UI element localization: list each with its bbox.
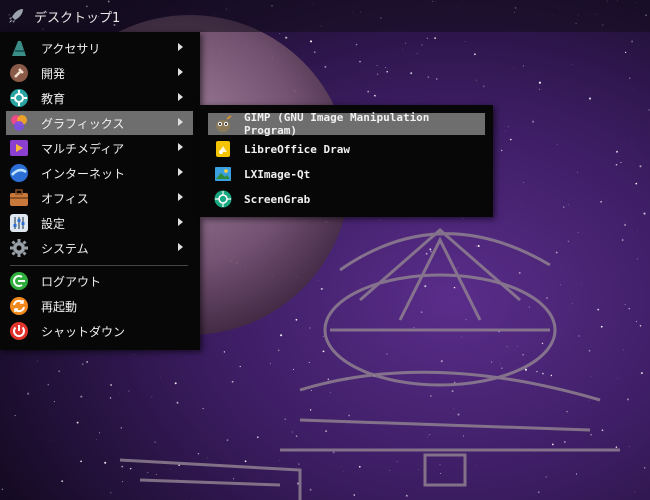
submenu-arrow: [178, 143, 183, 151]
desktop-title: デスクトップ1: [34, 10, 121, 26]
graphics-submenu: GIMP (GNU Image Manipulation Program) Li…: [200, 105, 493, 217]
submenu-arrow: [178, 118, 183, 126]
office-icon: [9, 188, 29, 208]
gimp-icon: [214, 115, 232, 133]
logout-icon: [9, 271, 29, 291]
multimedia-icon: [9, 138, 29, 158]
screengrab-icon: [214, 190, 232, 208]
submenu-item-gimp[interactable]: GIMP (GNU Image Manipulation Program): [208, 111, 485, 137]
gear-icon: [9, 238, 29, 258]
menu-item-accessories[interactable]: アクセサリ: [6, 36, 193, 60]
rocket-menu-icon[interactable]: [6, 6, 26, 26]
submenu-arrow: [178, 243, 183, 251]
menu-item-development[interactable]: 開発: [6, 61, 193, 85]
education-icon: [9, 88, 29, 108]
menu-item-education[interactable]: 教育: [6, 86, 193, 110]
menu-item-internet[interactable]: インターネット: [6, 161, 193, 185]
submenu-item-libreoffice-draw[interactable]: LibreOffice Draw: [208, 138, 485, 160]
accessories-icon: [9, 38, 29, 58]
menu-item-logout[interactable]: ログアウト: [6, 269, 193, 293]
menu-separator: [10, 265, 188, 266]
development-icon: [9, 63, 29, 83]
submenu-arrow: [178, 193, 183, 201]
internet-icon: [9, 163, 29, 183]
top-panel: デスクトップ1: [0, 0, 650, 32]
submenu-item-screengrab[interactable]: ScreenGrab: [208, 188, 485, 210]
application-menu: アクセサリ 開発 教育 グラフィックス マルチメディア インターネット オフィス…: [0, 32, 200, 350]
menu-item-office[interactable]: オフィス: [6, 186, 193, 210]
menu-item-system[interactable]: システム: [6, 236, 193, 260]
libreoffice-draw-icon: [214, 140, 232, 158]
menu-item-graphics[interactable]: グラフィックス: [6, 111, 193, 135]
submenu-arrow: [178, 218, 183, 226]
settings-icon: [9, 213, 29, 233]
menu-item-settings[interactable]: 設定: [6, 211, 193, 235]
menu-item-reboot[interactable]: 再起動: [6, 294, 193, 318]
lximage-icon: [214, 165, 232, 183]
graphics-icon: [9, 113, 29, 133]
menu-item-shutdown[interactable]: シャットダウン: [6, 319, 193, 343]
submenu-arrow: [178, 168, 183, 176]
submenu-arrow: [178, 93, 183, 101]
submenu-item-lximage[interactable]: LXImage-Qt: [208, 163, 485, 185]
submenu-arrow: [178, 68, 183, 76]
reboot-icon: [9, 296, 29, 316]
submenu-arrow: [178, 43, 183, 51]
menu-item-multimedia[interactable]: マルチメディア: [6, 136, 193, 160]
power-icon: [9, 321, 29, 341]
